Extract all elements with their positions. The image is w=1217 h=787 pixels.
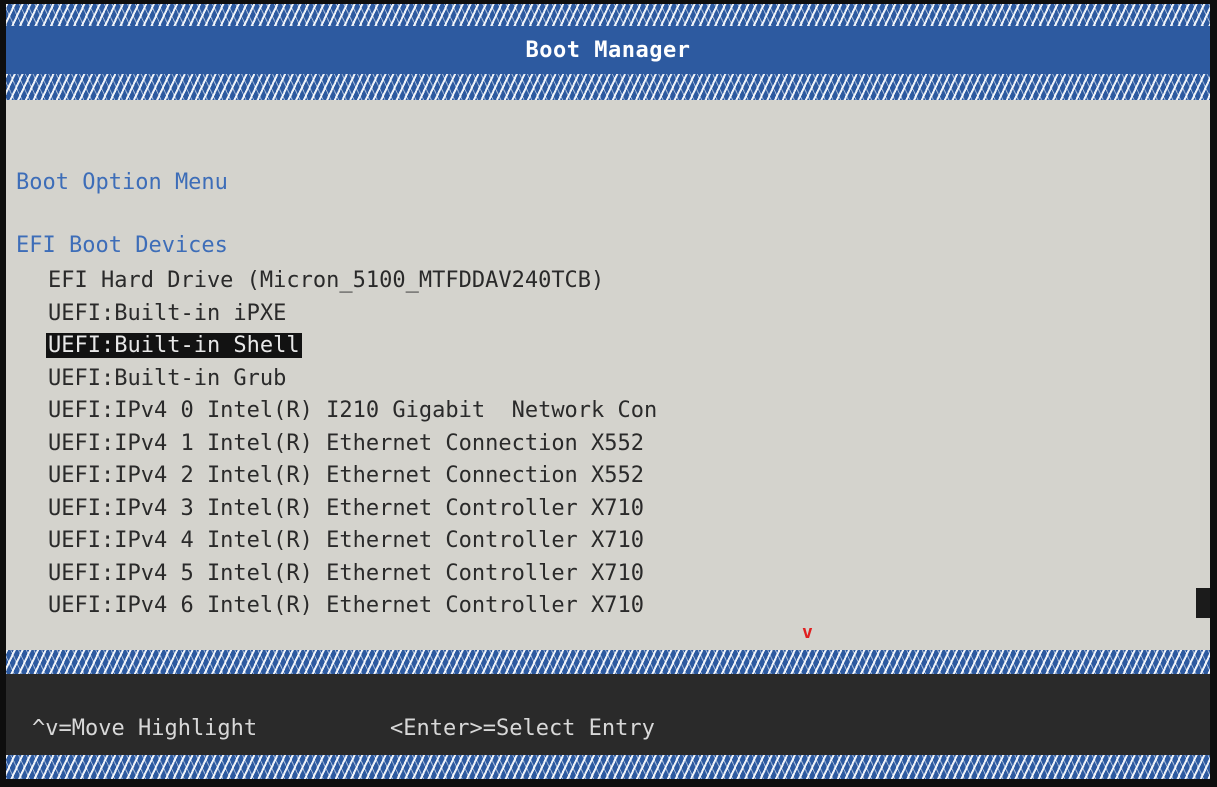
bios-screen: Boot Manager Boot Option Menu EFI Boot D… xyxy=(0,0,1217,787)
boot-device-item[interactable]: UEFI:IPv4 1 Intel(R) Ethernet Connection… xyxy=(46,428,659,461)
boot-device-label: UEFI:Built-in Shell xyxy=(46,333,302,358)
boot-menu-panel: Boot Option Menu EFI Boot Devices EFI Ha… xyxy=(6,100,1210,650)
boot-option-menu-heading: Boot Option Menu xyxy=(16,170,228,195)
boot-device-label: UEFI:IPv4 6 Intel(R) Ethernet Controller… xyxy=(48,593,645,618)
boot-device-list: EFI Hard Drive (Micron_5100_MTFDDAV240TC… xyxy=(46,265,659,623)
boot-device-label: UEFI:Built-in Grub xyxy=(48,365,287,391)
help-select-entry: <Enter>=Select Entry xyxy=(390,716,655,741)
boot-device-label: UEFI:Built-in iPXE xyxy=(48,300,287,326)
efi-boot-devices-heading: EFI Boot Devices xyxy=(16,233,228,258)
boot-device-label: UEFI:IPv4 2 Intel(R) Ethernet Connection… xyxy=(48,463,645,488)
top-border xyxy=(6,4,1210,26)
boot-device-item[interactable]: UEFI:Built-in Shell xyxy=(46,330,659,363)
scrollbar-thumb[interactable] xyxy=(1196,588,1210,618)
boot-device-label: EFI Hard Drive (Micron_5100_MTFDDAV240TC… xyxy=(48,268,605,293)
boot-device-item[interactable]: UEFI:IPv4 4 Intel(R) Ethernet Controller… xyxy=(46,525,659,558)
boot-device-label: UEFI:IPv4 3 Intel(R) Ethernet Controller… xyxy=(48,495,645,521)
boot-device-label: UEFI:IPv4 5 Intel(R) Ethernet Controller… xyxy=(48,560,645,586)
bottom-border xyxy=(6,755,1210,779)
boot-device-label: UEFI:IPv4 4 Intel(R) Ethernet Controller… xyxy=(48,528,645,553)
help-move-highlight: ^v=Move Highlight xyxy=(32,716,258,741)
boot-device-item[interactable]: UEFI:Built-in iPXE xyxy=(46,298,659,331)
boot-device-item[interactable]: UEFI:IPv4 6 Intel(R) Ethernet Controller… xyxy=(46,590,659,623)
title-border xyxy=(6,74,1210,100)
boot-device-label: UEFI:IPv4 0 Intel(R) I210 Gigabit Networ… xyxy=(48,398,658,423)
footer-border-top xyxy=(6,650,1210,674)
help-bar: ^v=Move Highlight <Enter>=Select Entry xyxy=(6,674,1210,755)
boot-device-item[interactable]: EFI Hard Drive (Micron_5100_MTFDDAV240TC… xyxy=(46,265,659,298)
title-bar: Boot Manager xyxy=(6,26,1210,74)
boot-device-item[interactable]: UEFI:IPv4 0 Intel(R) I210 Gigabit Networ… xyxy=(46,395,659,428)
boot-device-item[interactable]: UEFI:IPv4 2 Intel(R) Ethernet Connection… xyxy=(46,460,659,493)
boot-device-item[interactable]: UEFI:IPv4 5 Intel(R) Ethernet Controller… xyxy=(46,558,659,591)
boot-device-item[interactable]: UEFI:Built-in Grub xyxy=(46,363,659,396)
boot-device-label: UEFI:IPv4 1 Intel(R) Ethernet Connection… xyxy=(48,430,645,456)
boot-device-item[interactable]: UEFI:IPv4 3 Intel(R) Ethernet Controller… xyxy=(46,493,659,526)
window-title: Boot Manager xyxy=(525,37,691,63)
scroll-down-indicator-icon: v xyxy=(802,622,813,643)
